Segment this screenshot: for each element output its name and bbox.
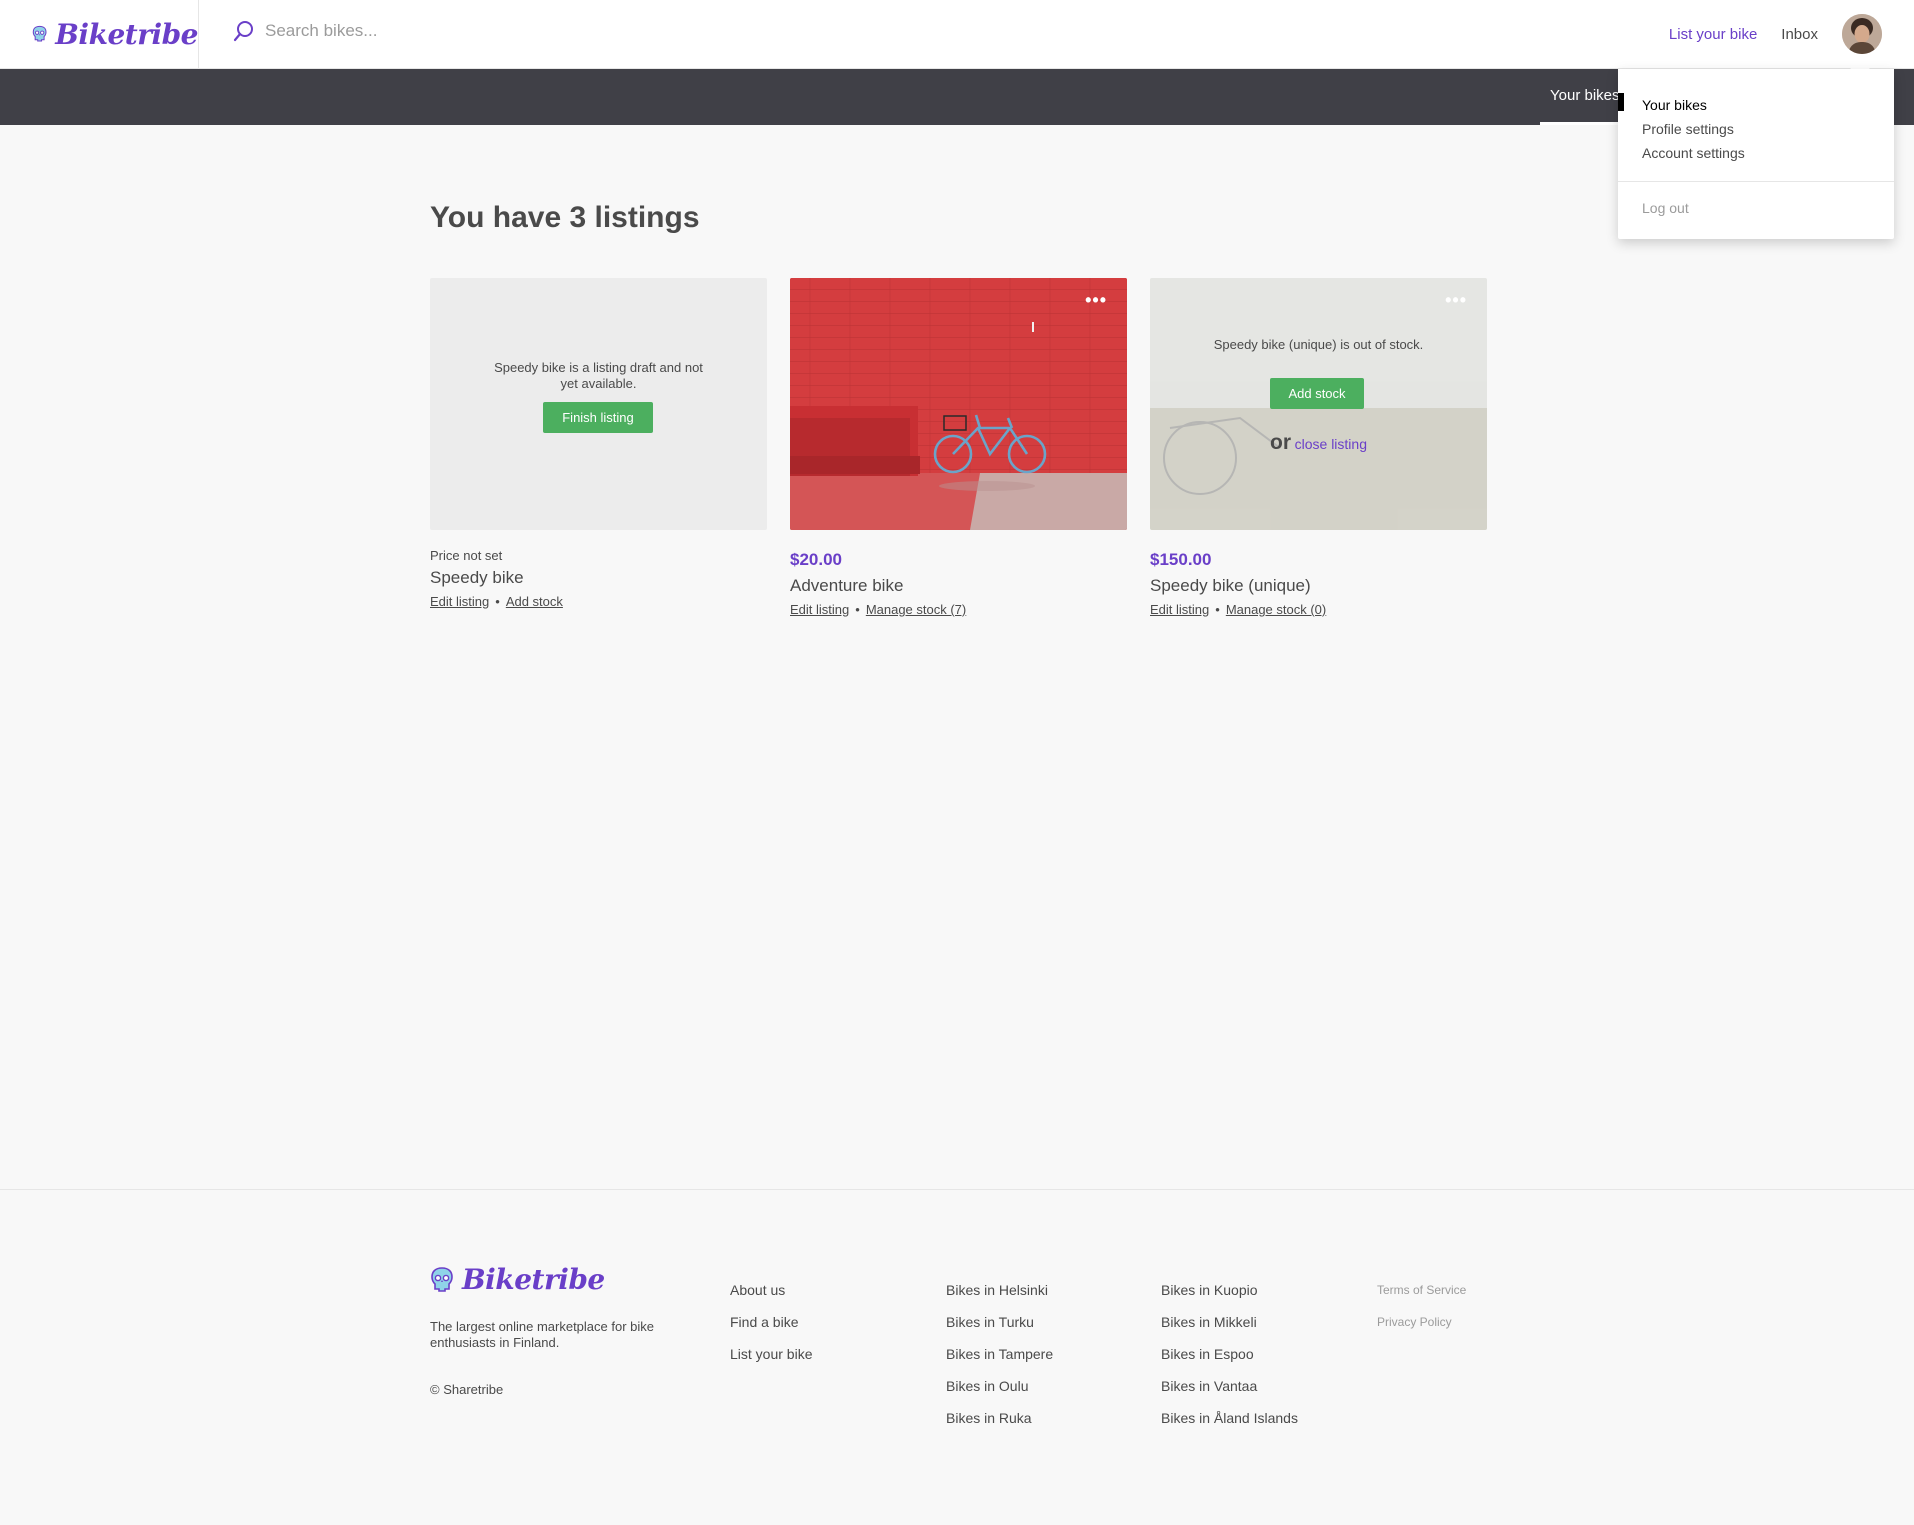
listing-actions: Edit listing • Manage stock (7) bbox=[790, 602, 1127, 617]
more-dots-icon[interactable]: ••• bbox=[1445, 290, 1467, 311]
out-of-stock-notice: Speedy bike (unique) is out of stock. bbox=[1213, 337, 1424, 352]
manage-stock-link[interactable]: Manage stock (0) bbox=[1226, 602, 1326, 617]
footer-copyright: © Sharetribe bbox=[430, 1382, 504, 1397]
bike-skull-logo-icon bbox=[32, 25, 47, 42]
close-listing-link[interactable]: close listing bbox=[1295, 436, 1367, 452]
listing-price: $20.00 bbox=[790, 550, 842, 569]
footer-link-ruka[interactable]: Bikes in Ruka bbox=[946, 1402, 1053, 1434]
search-bar bbox=[233, 20, 665, 42]
listing-title: Speedy bike (unique) bbox=[1150, 576, 1311, 595]
top-bar: Biketribe List your bike Inbox bbox=[0, 0, 1914, 69]
listing-card: ••• $20.00 Adventure bike Edit listing • M… bbox=[790, 278, 1127, 617]
menu-item-account-settings[interactable]: Account settings bbox=[1642, 141, 1894, 165]
or-close-line: or close listing bbox=[1150, 431, 1487, 455]
edit-listing-link[interactable]: Edit listing bbox=[430, 594, 489, 609]
bike-photo bbox=[790, 278, 1127, 530]
listing-image[interactable]: ••• bbox=[790, 278, 1127, 530]
inbox-link[interactable]: Inbox bbox=[1781, 26, 1818, 43]
page-title: You have 3 listings bbox=[430, 201, 700, 234]
listing-info: Price not set Speedy bike Edit listing • A… bbox=[430, 548, 767, 609]
edit-listing-link[interactable]: Edit listing bbox=[790, 602, 849, 617]
menu-divider bbox=[1618, 181, 1894, 182]
draft-notice: Speedy bike is a listing draft and not y… bbox=[494, 360, 703, 391]
footer-link-mikkeli[interactable]: Bikes in Mikkeli bbox=[1161, 1306, 1298, 1338]
listing-actions: Edit listing • Manage stock (0) bbox=[1150, 602, 1487, 617]
logo-text: Biketribe bbox=[55, 17, 198, 51]
add-stock-link[interactable]: Add stock bbox=[506, 594, 563, 609]
avatar[interactable] bbox=[1842, 14, 1882, 54]
edit-listing-link[interactable]: Edit listing bbox=[1150, 602, 1209, 617]
footer-link-list-bike[interactable]: List your bike bbox=[730, 1338, 812, 1370]
footer-link-vantaa[interactable]: Bikes in Vantaa bbox=[1161, 1370, 1298, 1402]
menu-item-profile-settings[interactable]: Profile settings bbox=[1642, 117, 1894, 141]
footer-link-turku[interactable]: Bikes in Turku bbox=[946, 1306, 1053, 1338]
listing-card: Speedy bike is a listing draft and not y… bbox=[430, 278, 767, 609]
active-item-marker bbox=[1618, 93, 1624, 111]
separator-dot: • bbox=[495, 594, 500, 609]
top-nav: List your bike Inbox bbox=[1669, 0, 1914, 68]
terms-of-service-link[interactable]: Terms of Service bbox=[1377, 1274, 1466, 1306]
search-input[interactable] bbox=[265, 21, 665, 41]
listing-info: $150.00 Speedy bike (unique) Edit listin… bbox=[1150, 550, 1487, 617]
footer-link-about[interactable]: About us bbox=[730, 1274, 812, 1306]
footer-links-col3: Bikes in Kuopio Bikes in Mikkeli Bikes i… bbox=[1161, 1274, 1298, 1434]
footer: Biketribe The largest online marketplace… bbox=[0, 1189, 1914, 1525]
listing-info: $20.00 Adventure bike Edit listing • Manag… bbox=[790, 550, 1127, 617]
bike-skull-logo-icon bbox=[431, 1266, 453, 1292]
user-photo bbox=[1842, 14, 1882, 54]
footer-link-helsinki[interactable]: Bikes in Helsinki bbox=[946, 1274, 1053, 1306]
footer-link-find-bike[interactable]: Find a bike bbox=[730, 1306, 812, 1338]
profile-menu: Your bikes Profile settings Account sett… bbox=[1618, 69, 1894, 239]
listing-image-out-of-stock: ••• Speedy bike (unique) is out of stock… bbox=[1150, 278, 1487, 530]
listing-actions: Edit listing • Add stock bbox=[430, 594, 767, 609]
footer-link-oulu[interactable]: Bikes in Oulu bbox=[946, 1370, 1053, 1402]
footer-links-col1: About us Find a bike List your bike bbox=[730, 1274, 812, 1370]
menu-item-your-bikes[interactable]: Your bikes bbox=[1642, 93, 1894, 117]
listing-title: Speedy bike bbox=[430, 568, 524, 587]
privacy-policy-link[interactable]: Privacy Policy bbox=[1377, 1306, 1466, 1338]
manage-stock-link[interactable]: Manage stock (7) bbox=[866, 602, 966, 617]
footer-legal-links: Terms of Service Privacy Policy bbox=[1377, 1274, 1466, 1338]
separator-dot: • bbox=[855, 602, 860, 617]
add-stock-button[interactable]: Add stock bbox=[1270, 378, 1364, 409]
footer-link-kuopio[interactable]: Bikes in Kuopio bbox=[1161, 1274, 1298, 1306]
listing-image-draft: Speedy bike is a listing draft and not y… bbox=[430, 278, 767, 530]
or-text: or bbox=[1270, 431, 1291, 454]
footer-link-aland[interactable]: Bikes in Åland Islands bbox=[1161, 1402, 1298, 1434]
footer-links-col2: Bikes in Helsinki Bikes in Turku Bikes i… bbox=[946, 1274, 1053, 1434]
finish-listing-button[interactable]: Finish listing bbox=[543, 402, 653, 433]
footer-logo[interactable]: Biketribe bbox=[430, 1263, 605, 1296]
separator-dot: • bbox=[1215, 602, 1220, 617]
footer-logo-text: Biketribe bbox=[462, 1263, 605, 1296]
footer-link-espoo[interactable]: Bikes in Espoo bbox=[1161, 1338, 1298, 1370]
listing-title: Adventure bike bbox=[790, 576, 904, 595]
listing-price: Price not set bbox=[430, 548, 503, 563]
logo[interactable]: Biketribe bbox=[0, 0, 199, 68]
more-dots-icon[interactable]: ••• bbox=[1085, 290, 1107, 311]
footer-link-tampere[interactable]: Bikes in Tampere bbox=[946, 1338, 1053, 1370]
footer-tagline: The largest online marketplace for bike … bbox=[430, 1319, 655, 1350]
listing-price: $150.00 bbox=[1150, 550, 1212, 569]
list-your-bike-link[interactable]: List your bike bbox=[1669, 26, 1757, 43]
search-icon bbox=[233, 21, 253, 42]
logout-link[interactable]: Log out bbox=[1642, 200, 1689, 216]
listing-card: ••• Speedy bike (unique) is out of stock… bbox=[1150, 278, 1487, 617]
